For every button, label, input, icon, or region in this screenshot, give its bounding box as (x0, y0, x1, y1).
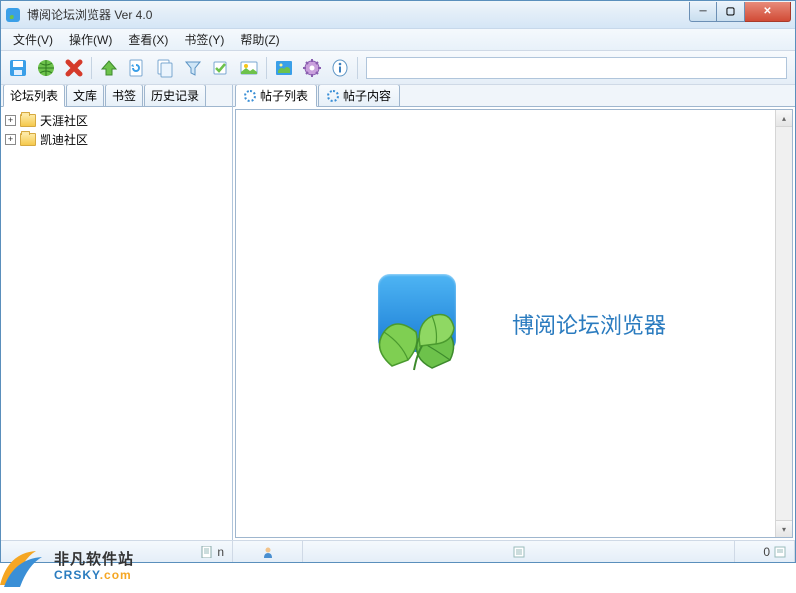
watermark-swoosh-icon (0, 545, 48, 589)
left-panel: 论坛列表 文库 书签 历史记录 + 天涯社区 + 凯迪社区 (1, 85, 233, 540)
scroll-up-button[interactable]: ▴ (776, 110, 792, 127)
folder-icon (20, 133, 36, 146)
tool-filter-icon[interactable] (180, 55, 206, 81)
status-cell-2 (233, 541, 303, 562)
menu-operate[interactable]: 操作(W) (61, 29, 120, 50)
tab-library[interactable]: 文库 (66, 85, 104, 106)
tree-node[interactable]: + 天涯社区 (3, 111, 230, 130)
status-text: n (217, 545, 224, 559)
loading-icon (327, 90, 339, 102)
menu-help[interactable]: 帮助(Z) (232, 29, 287, 50)
window-controls: ─ ▢ ✕ (689, 2, 791, 22)
page-icon (513, 546, 525, 558)
tool-gear-icon[interactable] (299, 55, 325, 81)
app-name-text: 博阅论坛浏览器 (512, 308, 666, 340)
window-title: 博阅论坛浏览器 Ver 4.0 (27, 6, 689, 23)
tab-post-list[interactable]: 帖子列表 (235, 85, 317, 107)
toolbar-separator (357, 57, 358, 79)
tree-node[interactable]: + 凯迪社区 (3, 130, 230, 149)
left-tabstrip: 论坛列表 文库 书签 历史记录 (1, 85, 232, 107)
tab-bookmarks[interactable]: 书签 (105, 85, 143, 106)
vertical-scrollbar[interactable]: ▴ ▾ (775, 110, 792, 537)
app-logo (362, 274, 472, 374)
right-tabstrip: 帖子列表 帖子内容 (233, 85, 795, 107)
page-icon (774, 546, 786, 558)
tool-save-icon[interactable] (5, 55, 31, 81)
tool-refresh-icon[interactable] (124, 55, 150, 81)
tool-globe-icon[interactable] (33, 55, 59, 81)
welcome-block: 博阅论坛浏览器 (362, 274, 666, 374)
tree-expand-icon[interactable]: + (5, 115, 16, 126)
menu-view[interactable]: 查看(X) (120, 29, 176, 50)
tool-image-icon[interactable] (236, 55, 262, 81)
tree-expand-icon[interactable]: + (5, 134, 16, 145)
tab-post-content[interactable]: 帖子内容 (318, 85, 400, 106)
tool-info-icon[interactable] (327, 55, 353, 81)
tool-copy-icon[interactable] (152, 55, 178, 81)
tool-check-icon[interactable] (208, 55, 234, 81)
folder-icon (20, 114, 36, 127)
scroll-down-button[interactable]: ▾ (776, 520, 792, 537)
toolbar (1, 51, 795, 85)
toolbar-separator (91, 57, 92, 79)
forum-tree: + 天涯社区 + 凯迪社区 (1, 107, 232, 540)
tab-forum-list[interactable]: 论坛列表 (3, 85, 65, 107)
status-cell-3 (303, 541, 735, 562)
search-input[interactable] (366, 57, 787, 79)
tab-label: 帖子列表 (260, 87, 308, 104)
app-window: 博阅论坛浏览器 Ver 4.0 ─ ▢ ✕ 文件(V) 操作(W) 查看(X) … (0, 0, 796, 563)
toolbar-separator (266, 57, 267, 79)
tree-node-label: 天涯社区 (40, 112, 88, 129)
minimize-button[interactable]: ─ (689, 2, 717, 22)
watermark: 非凡软件站 CRSKY.com (0, 545, 134, 589)
right-panel: 帖子列表 帖子内容 (233, 85, 795, 540)
user-icon (262, 546, 274, 558)
watermark-en: CRSKY.com (54, 568, 134, 582)
doc-icon (201, 546, 213, 558)
main-area: 论坛列表 文库 书签 历史记录 + 天涯社区 + 凯迪社区 (1, 85, 795, 540)
tab-label: 帖子内容 (343, 87, 391, 104)
tool-picture-icon[interactable] (271, 55, 297, 81)
tool-delete-icon[interactable] (61, 55, 87, 81)
maximize-button[interactable]: ▢ (717, 2, 745, 22)
loading-icon (244, 90, 256, 102)
content-area: 博阅论坛浏览器 ▴ ▾ (235, 109, 793, 538)
titlebar: 博阅论坛浏览器 Ver 4.0 ─ ▢ ✕ (1, 1, 795, 29)
tab-history[interactable]: 历史记录 (144, 85, 206, 106)
tool-up-arrow-icon[interactable] (96, 55, 122, 81)
close-button[interactable]: ✕ (745, 2, 791, 22)
app-icon (5, 7, 21, 23)
menu-file[interactable]: 文件(V) (5, 29, 61, 50)
status-zero: 0 (763, 545, 770, 559)
watermark-cn: 非凡软件站 (54, 552, 134, 569)
menu-bookmark[interactable]: 书签(Y) (176, 29, 232, 50)
watermark-text: 非凡软件站 CRSKY.com (54, 552, 134, 583)
status-cell-4: 0 (735, 541, 795, 562)
menubar: 文件(V) 操作(W) 查看(X) 书签(Y) 帮助(Z) (1, 29, 795, 51)
tree-node-label: 凯迪社区 (40, 131, 88, 148)
